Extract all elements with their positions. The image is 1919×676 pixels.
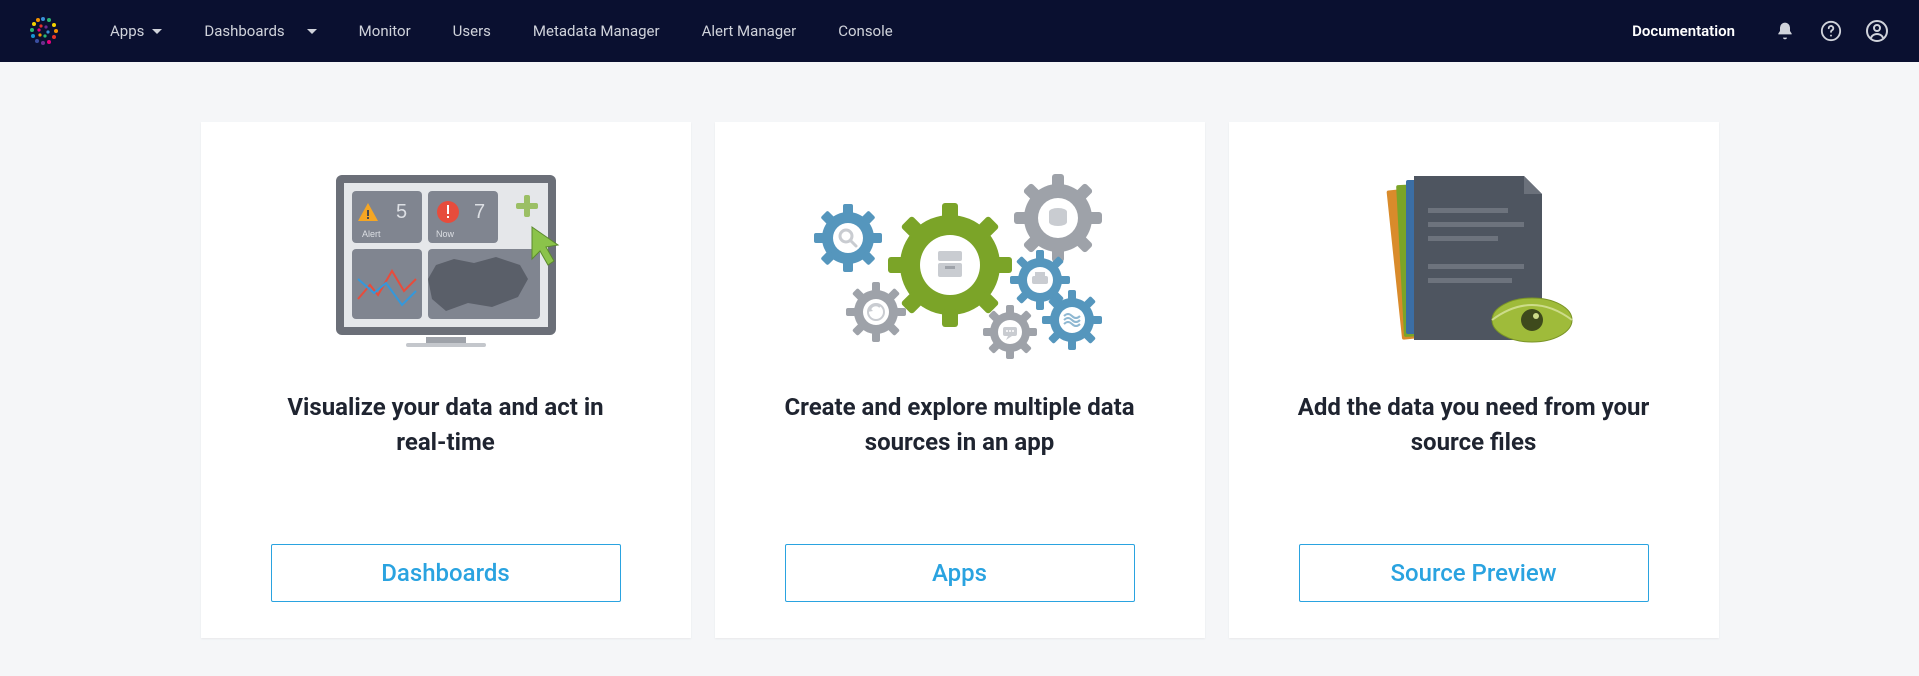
card-apps: Create and explore multiple data sources… (715, 122, 1205, 638)
nav-label: Users (453, 22, 491, 40)
nav-dashboards[interactable]: Dashboards (186, 14, 334, 48)
help-icon[interactable] (1817, 17, 1845, 45)
right-nav: Documentation (1614, 14, 1891, 48)
primary-nav: Apps Dashboards Monitor Users Metadata M… (92, 14, 911, 48)
user-icon[interactable] (1863, 17, 1891, 45)
chevron-down-icon (307, 29, 317, 34)
nav-monitor[interactable]: Monitor (341, 14, 429, 48)
illus-now-label: Now (436, 229, 455, 239)
card-illustration-dashboard: 5 Alert 7 Now (221, 150, 671, 380)
card-dashboards: 5 Alert 7 Now (201, 122, 691, 638)
nav-label: Dashboards (204, 22, 284, 40)
nav-label: Apps (110, 22, 144, 40)
cards-container: 5 Alert 7 Now (0, 62, 1919, 638)
nav-label: Alert Manager (702, 22, 797, 40)
top-navbar: Apps Dashboards Monitor Users Metadata M… (0, 0, 1919, 62)
nav-apps[interactable]: Apps (92, 14, 180, 48)
app-logo[interactable] (28, 15, 60, 47)
chevron-down-icon (152, 29, 162, 34)
nav-label: Console (838, 22, 893, 40)
card-illustration-source (1249, 150, 1699, 380)
bell-icon[interactable] (1771, 17, 1799, 45)
card-illustration-apps (735, 150, 1185, 380)
nav-console[interactable]: Console (820, 14, 911, 48)
card-source-preview: Add the data you need from your source f… (1229, 122, 1719, 638)
card-title: Add the data you need from your source f… (1294, 390, 1654, 460)
nav-label: Metadata Manager (533, 22, 660, 40)
source-preview-button[interactable]: Source Preview (1299, 544, 1649, 602)
dashboards-button[interactable]: Dashboards (271, 544, 621, 602)
documentation-link[interactable]: Documentation (1614, 14, 1753, 48)
nav-metadata-manager[interactable]: Metadata Manager (515, 14, 678, 48)
apps-button[interactable]: Apps (785, 544, 1135, 602)
illus-alert-number: 5 (396, 201, 407, 223)
nav-users[interactable]: Users (435, 14, 509, 48)
card-title: Visualize your data and act in real-time (266, 390, 626, 460)
illus-now-number: 7 (474, 201, 485, 223)
card-title: Create and explore multiple data sources… (780, 390, 1140, 460)
nav-alert-manager[interactable]: Alert Manager (684, 14, 815, 48)
nav-label: Monitor (359, 22, 411, 40)
illus-alert-label: Alert (362, 229, 381, 239)
